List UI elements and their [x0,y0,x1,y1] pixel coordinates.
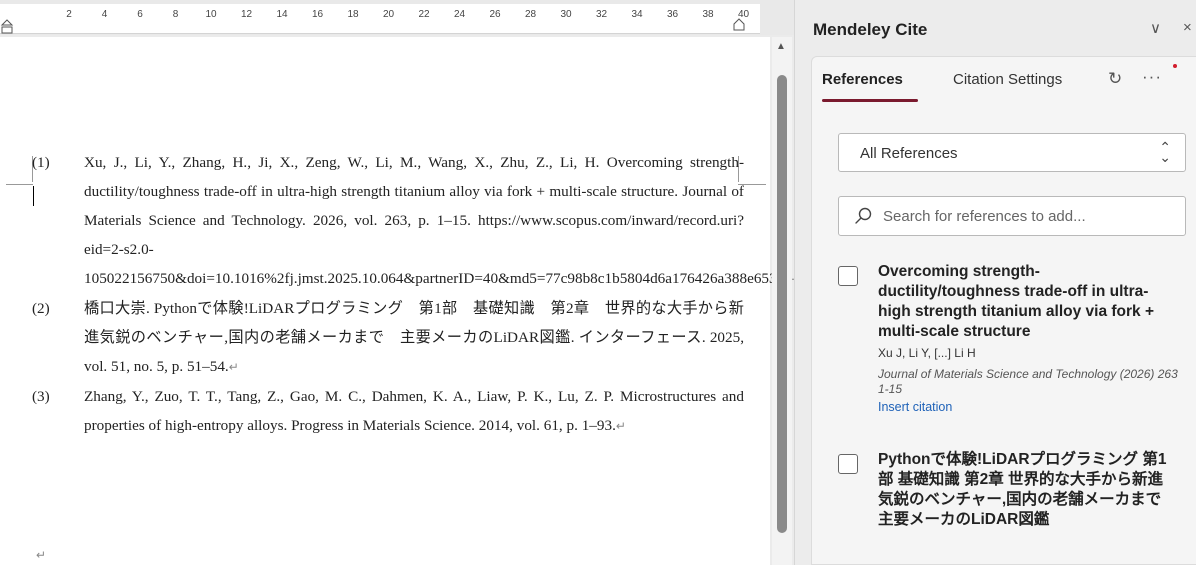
ruler-tick-label: 28 [524,9,537,20]
ruler-tick-label: 18 [347,9,359,20]
bibliography-entry[interactable]: (1) Xu, J., Li, Y., Zhang, H., Ji, X., Z… [32,148,798,294]
result-checkbox[interactable] [838,266,858,286]
tab-references[interactable]: References [822,71,903,88]
scroll-up-arrow-icon[interactable]: ▲ [776,41,786,52]
ruler-tick-label: 2 [66,9,72,20]
entry-text: 橋口大崇. Pythonで体験!LiDARプログラミング 第1部 基礎知識 第2… [84,300,744,375]
ruler-tick-label: 24 [453,9,466,20]
ruler-tick-label: 10 [205,9,217,20]
ruler-tick-label: 40 [737,9,750,20]
entry-number: (3) [32,388,50,405]
tab-bar: References Citation Settings ↻ ··· [812,57,1196,105]
bibliography[interactable]: (1) Xu, J., Li, Y., Zhang, H., Ji, X., Z… [32,148,798,441]
active-tab-indicator [822,99,918,102]
ruler-tick-label: 30 [560,9,572,20]
result-authors: Xu J, Li Y, [...] Li H [878,346,976,360]
entry-number: (1) [32,154,50,171]
panel-title: Mendeley Cite [813,20,928,39]
ruler-tick-label: 32 [595,9,608,20]
crop-mark [6,184,33,185]
ruler-tick-label: 26 [489,9,501,20]
ruler-tick-label: 14 [276,9,288,20]
filter-selected-value: All References [860,145,958,162]
entry-number: (2) [32,300,50,317]
bibliography-entry[interactable]: (2) 橋口大崇. Pythonで体験!LiDARプログラミング 第1部 基礎知… [32,294,744,382]
ruler-tick-label: 8 [172,9,179,20]
scrollbar-thumb[interactable] [777,75,787,533]
ruler-tick-label: 4 [101,9,108,20]
ruler-tick-label: 34 [631,9,643,20]
ruler-tick-label: 20 [382,9,395,20]
ruler-tick-label: 38 [702,9,714,20]
result-title: Overcoming strength-ductility/toughness … [878,263,1155,340]
vertical-scrollbar[interactable]: ▲ [772,37,792,565]
more-options-icon[interactable]: ··· [1142,67,1162,87]
panel-content: References Citation Settings ↻ ··· All R… [811,56,1196,565]
ruler-tick-label: 12 [240,9,253,20]
entry-text: Xu, J., Li, Y., Zhang, H., Ji, X., Zeng,… [84,154,788,287]
ruler-tick-label: 6 [137,9,143,20]
result-title: Pythonで体験!LiDARプログラミング 第1部 基礎知識 第2章 世界的な… [878,451,1167,528]
tab-citation-settings[interactable]: Citation Settings [953,71,1062,88]
notification-dot [1173,64,1177,68]
search-input[interactable] [883,205,1173,227]
up-down-chevron-icon: ⌃ ⌄ [1159,139,1171,165]
mendeley-cite-panel: Mendeley Cite ∨ × References Citation Se… [794,0,1196,565]
paragraph-mark: ↵ [228,360,239,374]
insert-citation-link[interactable]: Insert citation [878,400,1178,414]
document-area: (1) Xu, J., Li, Y., Zhang, H., Ji, X., Z… [0,0,798,565]
ruler-ticks: 2 4 6 8 10 12 14 16 18 20 22 24 26 28 30 32 34 36 38 40 [0,0,794,35]
paragraph-mark: ↵ [36,548,47,562]
ruler-tick-label: 22 [418,9,430,20]
bibliography-entry[interactable]: (3) Zhang, Y., Zuo, T. T., Tang, Z., Gao… [32,382,744,441]
entry-text: Zhang, Y., Zuo, T. T., Tang, Z., Gao, M.… [84,388,744,434]
ruler-tick-label: 16 [311,9,324,20]
paragraph-mark: ↵ [615,419,626,433]
reference-filter-select[interactable]: All References ⌃ ⌄ [838,133,1186,172]
search-icon [855,207,872,224]
chevron-down-icon[interactable]: ∨ [1150,19,1161,37]
result-journal: Journal of Materials Science and Technol… [878,367,1178,396]
ruler-tick-label: 36 [666,9,679,20]
result-checkbox[interactable] [838,454,858,474]
search-box[interactable] [838,196,1186,236]
close-icon[interactable]: × [1183,19,1192,36]
refresh-icon[interactable]: ↻ [1108,69,1122,89]
